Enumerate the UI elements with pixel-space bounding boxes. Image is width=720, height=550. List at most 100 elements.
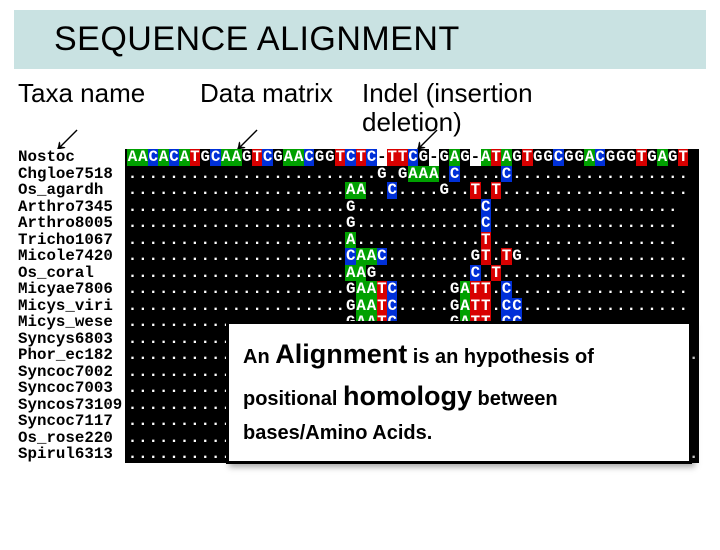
sequence-cell: . [179, 364, 189, 381]
sequence-cell: T [387, 149, 397, 166]
taxa-name: Micyae7806 [18, 281, 122, 298]
sequence-cell: . [533, 166, 543, 183]
sequence-cell: . [543, 182, 553, 199]
sequence-cell: . [408, 182, 418, 199]
sequence-cell: . [605, 281, 615, 298]
sequence-cell: . [304, 215, 314, 232]
sequence-cell: . [242, 265, 252, 282]
sequence-cell: . [190, 347, 200, 364]
sequence-cell: . [533, 215, 543, 232]
sequence-cell: . [200, 364, 210, 381]
sequence-cell: . [231, 199, 241, 216]
taxa-name: Arthro8005 [18, 215, 122, 232]
sequence-cell: . [491, 199, 501, 216]
sequence-cell: . [158, 215, 168, 232]
sequence-cell: C [366, 149, 376, 166]
sequence-cell: . [553, 199, 563, 216]
sequence-cell: . [387, 166, 397, 183]
sequence-cell: . [190, 281, 200, 298]
sequence-cell: A [418, 166, 428, 183]
sequence-cell: . [190, 166, 200, 183]
sequence-cell: A [584, 149, 594, 166]
sequence-cell: . [647, 248, 657, 265]
sequence-cell: . [190, 199, 200, 216]
sequence-cell: A [138, 149, 148, 166]
sequence-cell: . [304, 281, 314, 298]
sequence-cell: T [481, 281, 491, 298]
sequence-cell: . [647, 166, 657, 183]
sequence-cell: . [127, 347, 137, 364]
sequence-cell: . [210, 430, 220, 447]
sequence-cell: C [595, 149, 605, 166]
sequence-cell: . [439, 265, 449, 282]
sequence-cell: . [200, 331, 210, 348]
sequence-cell: . [294, 166, 304, 183]
taxa-name: Chgloe7518 [18, 166, 122, 183]
sequence-cell: . [304, 232, 314, 249]
sequence-cell: . [262, 182, 272, 199]
sequence-cell: . [231, 298, 241, 315]
sequence-cell: . [605, 232, 615, 249]
sequence-cell: C [148, 149, 158, 166]
sequence-cell: . [294, 248, 304, 265]
sequence-cell: . [616, 248, 626, 265]
sequence-cell: G [345, 298, 355, 315]
sequence-cell: . [179, 182, 189, 199]
sequence-cell: . [252, 199, 262, 216]
sequence-cell: A [366, 298, 376, 315]
sequence-cell: . [397, 281, 407, 298]
sequence-cell: . [179, 298, 189, 315]
sequence-cell: T [491, 265, 501, 282]
sequence-cell: . [481, 166, 491, 183]
sequence-row: .....................G............C.....… [127, 199, 698, 216]
sequence-cell: . [148, 215, 158, 232]
sequence-cell: A [179, 149, 189, 166]
alignment-block: NostocChgloe7518Os_agardhArthro7345Arthr… [0, 149, 720, 463]
sequence-cell: . [584, 182, 594, 199]
sequence-cell: . [512, 265, 522, 282]
sequence-cell: . [127, 166, 137, 183]
sequence-cell: . [439, 298, 449, 315]
sequence-cell: A [356, 248, 366, 265]
sequence-cell: . [127, 248, 137, 265]
sequence-cell: . [522, 298, 532, 315]
sequence-cell: . [127, 397, 137, 414]
sequence-cell: . [356, 166, 366, 183]
sequence-cell: . [408, 232, 418, 249]
sequence-cell: . [553, 166, 563, 183]
sequence-cell: . [491, 215, 501, 232]
sequence-cell: . [491, 281, 501, 298]
sequence-cell: G [668, 149, 678, 166]
sequence-cell: . [377, 182, 387, 199]
sequence-cell: . [574, 265, 584, 282]
sequence-cell: A [366, 248, 376, 265]
sequence-cell: . [273, 232, 283, 249]
sequence-cell: A [356, 265, 366, 282]
sequence-cell: . [294, 215, 304, 232]
sequence-cell: A [283, 149, 293, 166]
sequence-cell: . [387, 199, 397, 216]
sequence-cell: . [418, 265, 428, 282]
sequence-cell: . [553, 298, 563, 315]
sequence-cell: . [668, 215, 678, 232]
sequence-cell: . [231, 182, 241, 199]
sequence-cell: G [543, 149, 553, 166]
sequence-cell: . [262, 281, 272, 298]
sequence-cell: . [210, 364, 220, 381]
sequence-cell: . [584, 215, 594, 232]
sequence-cell: . [190, 446, 200, 463]
sequence-cell: . [179, 347, 189, 364]
sequence-cell: . [283, 232, 293, 249]
sequence-cell: . [200, 446, 210, 463]
taxa-name: Syncoc7002 [18, 364, 122, 381]
sequence-cell: . [657, 166, 667, 183]
sequence-cell: . [262, 298, 272, 315]
sequence-cell: . [304, 199, 314, 216]
sequence-cell: . [231, 215, 241, 232]
sequence-cell: . [304, 166, 314, 183]
sequence-cell: . [148, 347, 158, 364]
sequence-cell: . [522, 215, 532, 232]
sequence-cell: C [553, 149, 563, 166]
sequence-cell: . [283, 199, 293, 216]
sequence-cell: . [522, 248, 532, 265]
